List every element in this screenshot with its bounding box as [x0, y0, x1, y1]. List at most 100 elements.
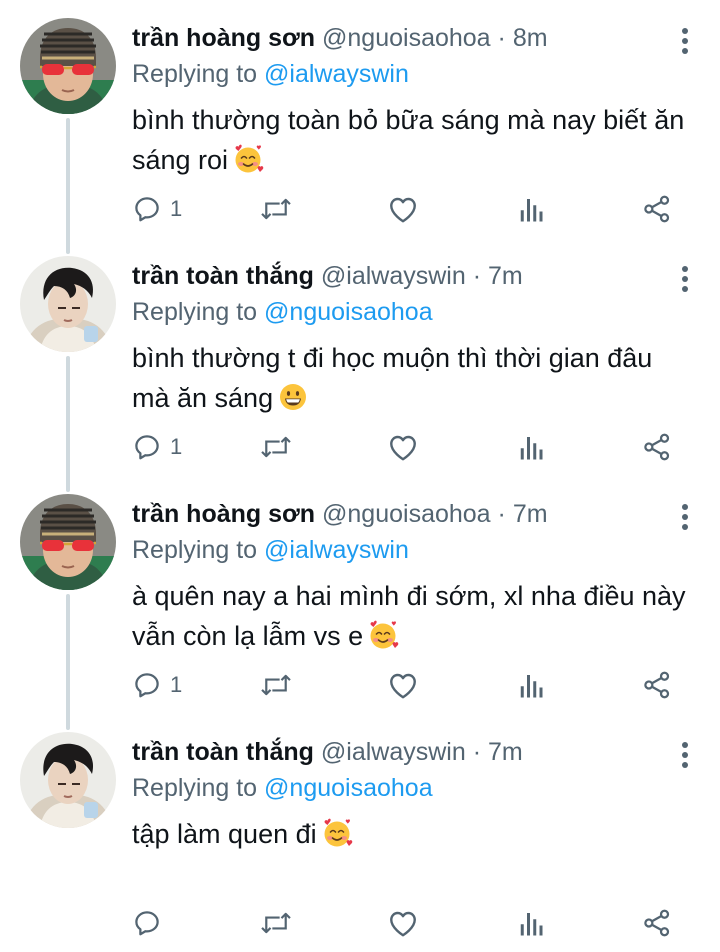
tweet-text-content: bình thường toàn bỏ bữa sáng mà nay biết…	[132, 105, 685, 175]
share-icon	[644, 433, 670, 461]
share-button[interactable]	[642, 898, 672, 948]
reply-button[interactable]	[132, 898, 170, 948]
share-icon	[644, 195, 670, 223]
tweet-text-content: à quên nay a hai mình đi sớm, xl nha điề…	[132, 581, 686, 651]
tweet-4[interactable]: trần toàn thắng @ialwayswin · 7m Replyin…	[0, 714, 720, 952]
smiling-face-with-hearts-emoji	[232, 143, 264, 186]
avatar-thang[interactable]	[20, 732, 116, 828]
like-icon	[390, 435, 416, 461]
tweet-header: trần toàn thắng @ialwayswin · 7m	[132, 736, 523, 768]
share-icon	[644, 909, 670, 937]
reply-button[interactable]: 1	[132, 422, 182, 472]
views-icon	[520, 437, 543, 460]
reply-icon	[135, 197, 159, 222]
reply-button[interactable]: 1	[132, 184, 182, 234]
reply-count: 1	[170, 434, 183, 459]
separator-dot: ·	[472, 262, 488, 290]
timestamp[interactable]: 7m	[513, 500, 548, 528]
reply-count: 1	[170, 672, 183, 697]
separator-dot: ·	[497, 500, 513, 528]
more-icon[interactable]	[680, 502, 690, 532]
like-button[interactable]	[387, 422, 419, 472]
user-handle[interactable]: @nguoisaohoa	[322, 500, 498, 528]
like-button[interactable]	[387, 184, 419, 234]
tweet-text: bình thường toàn bỏ bữa sáng mà nay biết…	[132, 100, 692, 186]
retweet-icon	[261, 436, 291, 458]
tweet-2[interactable]: trần toàn thắng @ialwayswin · 7m Replyin…	[0, 238, 720, 476]
tweet-text-content: tập làm quen đi	[132, 819, 317, 849]
more-icon[interactable]	[680, 26, 690, 56]
separator-dot: ·	[472, 738, 488, 766]
retweet-icon	[261, 912, 291, 934]
like-button[interactable]	[387, 660, 419, 710]
reply-button[interactable]: 1	[132, 660, 182, 710]
replying-to-label: Replying to	[132, 60, 265, 88]
views-button[interactable]	[518, 422, 546, 472]
reply-icon	[135, 435, 159, 460]
tweet-text-content: bình thường t đi học muộn thì thời gian …	[132, 343, 653, 413]
reply-icon	[135, 673, 159, 698]
retweet-icon	[261, 674, 291, 696]
replying-to-handle[interactable]: @ialwayswin	[264, 60, 409, 88]
like-icon	[390, 911, 416, 937]
retweet-button[interactable]	[259, 184, 293, 234]
action-bar: 1	[132, 422, 692, 472]
share-button[interactable]	[642, 422, 672, 472]
tweet-text: bình thường t đi học muộn thì thời gian …	[132, 338, 692, 424]
user-handle[interactable]: @nguoisaohoa	[322, 24, 498, 52]
retweet-icon	[261, 198, 291, 220]
tweet-text: tập làm quen đi	[132, 814, 692, 860]
tweet-header: trần toàn thắng @ialwayswin · 7m	[132, 260, 523, 292]
user-handle[interactable]: @ialwayswin	[321, 262, 473, 290]
views-button[interactable]	[518, 898, 546, 948]
replying-to-label: Replying to	[132, 536, 265, 564]
timestamp[interactable]: 7m	[488, 262, 523, 290]
display-name[interactable]: trần toàn thắng	[132, 262, 321, 290]
display-name[interactable]: trần hoàng sơn	[132, 500, 322, 528]
replying-to-line: Replying to @ialwayswin	[132, 58, 409, 90]
tweet-header: trần hoàng sơn @nguoisaohoa · 8m	[132, 22, 548, 54]
display-name[interactable]: trần hoàng sơn	[132, 24, 322, 52]
timestamp[interactable]: 8m	[513, 24, 548, 52]
tweet-3[interactable]: trần hoàng sơn @nguoisaohoa · 7m Replyin…	[0, 476, 720, 714]
retweet-button[interactable]	[259, 660, 293, 710]
more-icon[interactable]	[680, 264, 690, 294]
grinning-face-emoji	[277, 381, 309, 424]
replying-to-handle[interactable]: @nguoisaohoa	[264, 774, 433, 802]
smiling-face-with-hearts-emoji	[367, 619, 399, 662]
replying-to-handle[interactable]: @nguoisaohoa	[264, 298, 433, 326]
like-icon	[390, 197, 416, 223]
separator-dot: ·	[497, 24, 513, 52]
smiling-face-with-hearts-emoji	[321, 817, 353, 860]
action-bar: 1	[132, 660, 692, 710]
replying-to-label: Replying to	[132, 298, 265, 326]
tweet-header: trần hoàng sơn @nguoisaohoa · 7m	[132, 498, 548, 530]
user-handle[interactable]: @ialwayswin	[321, 738, 473, 766]
avatar-son[interactable]	[20, 494, 116, 590]
action-bar: 1	[132, 184, 692, 234]
share-icon	[644, 671, 670, 699]
more-icon[interactable]	[680, 740, 690, 770]
retweet-button[interactable]	[259, 422, 293, 472]
replying-to-line: Replying to @ialwayswin	[132, 534, 409, 566]
tweet-1[interactable]: trần hoàng sơn @nguoisaohoa · 8m Replyin…	[0, 0, 720, 238]
views-icon	[520, 913, 543, 936]
action-bar	[132, 898, 692, 948]
share-button[interactable]	[642, 184, 672, 234]
share-button[interactable]	[642, 660, 672, 710]
views-icon	[520, 199, 543, 222]
avatar-son[interactable]	[20, 18, 116, 114]
views-button[interactable]	[518, 660, 546, 710]
reply-count: 1	[170, 196, 183, 221]
like-icon	[390, 673, 416, 699]
like-button[interactable]	[387, 898, 419, 948]
retweet-button[interactable]	[259, 898, 293, 948]
replying-to-line: Replying to @nguoisaohoa	[132, 772, 433, 804]
timestamp[interactable]: 7m	[488, 738, 523, 766]
replying-to-label: Replying to	[132, 774, 265, 802]
reply-icon	[135, 911, 159, 936]
replying-to-handle[interactable]: @ialwayswin	[264, 536, 409, 564]
display-name[interactable]: trần toàn thắng	[132, 738, 321, 766]
views-button[interactable]	[518, 184, 546, 234]
avatar-thang[interactable]	[20, 256, 116, 352]
